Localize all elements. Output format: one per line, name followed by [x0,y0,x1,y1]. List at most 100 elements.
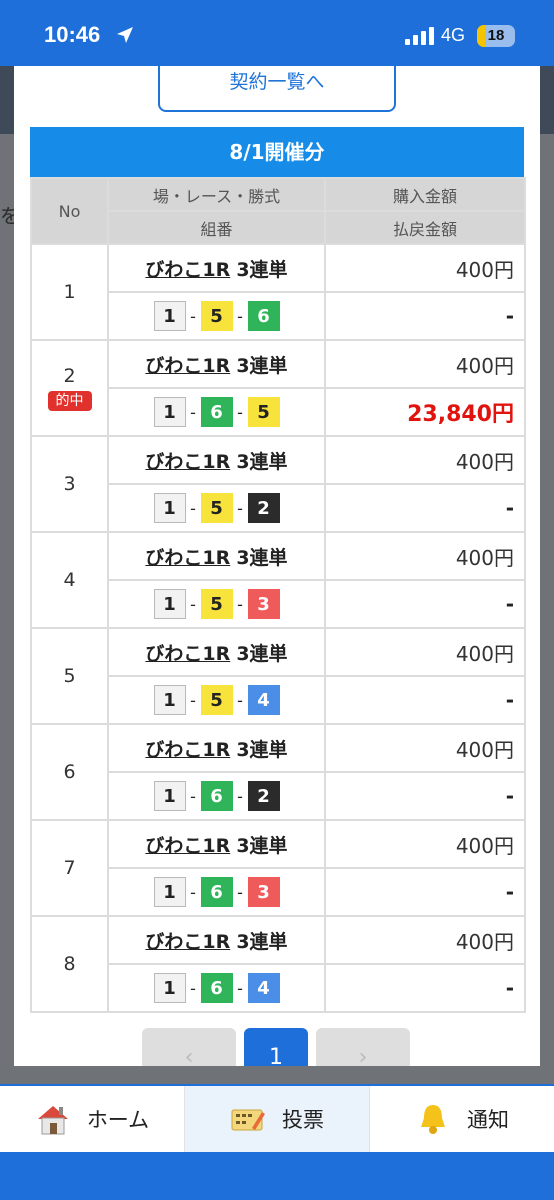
combo-separator: - [190,786,196,806]
header-combination: 組番 [107,210,326,245]
tab-vote[interactable]: 投票 [185,1086,370,1152]
table-row: 1 びわこ1R 3連単 400円 [30,243,526,341]
bet-type: 3連単 [236,930,288,953]
boat-number-badge: 4 [247,685,280,715]
purchase-amount: 400円 [324,627,526,677]
row-number: 2 [63,365,76,387]
boat-number-badge: 6 [200,973,233,1003]
pagination-next-button[interactable]: › [316,1028,410,1066]
table-row: 5 びわこ1R 3連単 400円 [30,627,526,725]
payout-amount: - [324,291,526,341]
boat-number-badge: 5 [200,685,233,715]
row-number-cell: 6 [30,723,109,821]
tab-vote-label: 投票 [282,1108,324,1132]
pagination-prev-button[interactable]: ‹ [142,1028,236,1066]
race-link[interactable]: びわこ1R [145,739,230,761]
row-number-cell: 4 [30,531,109,629]
day-header: 8/1開催分 [30,127,524,177]
row-number: 5 [63,665,76,687]
payout-amount: - [324,771,526,821]
location-arrow-icon [117,27,133,43]
combo-separator: - [237,306,243,326]
bottom-strip [0,1152,554,1200]
combo-separator: - [237,594,243,614]
ticket-icon [231,1109,265,1131]
race-link[interactable]: びわこ1R [145,355,230,377]
hit-badge: 的中 [47,391,92,411]
boat-number-badge: 2 [247,493,280,523]
race-cell: びわこ1R 3連単 [107,723,326,773]
race-cell: びわこ1R 3連単 [107,819,326,869]
table-row: 6 びわこ1R 3連単 400円 [30,723,526,821]
bet-type: 3連単 [236,834,288,857]
row-number-cell: 5 [30,627,109,725]
row-number-cell: 7 [30,819,109,917]
tab-home[interactable]: ホーム [0,1086,185,1152]
purchase-amount: 400円 [324,435,526,485]
combination-cell: 1-6-2 [107,771,326,821]
boat-number-badge: 5 [200,301,233,331]
row-number: 4 [63,569,76,591]
boat-number-badge: 1 [153,397,186,427]
network-type: 4G [441,25,466,45]
payout-amount: - [324,675,526,725]
boat-number-badge: 6 [247,301,280,331]
purchase-amount: 400円 [324,243,526,293]
row-number-cell: 3 [30,435,109,533]
race-link[interactable]: びわこ1R [145,835,230,857]
combination-cell: 1-6-5 [107,387,326,437]
purchase-amount: 400円 [324,339,526,389]
row-number-cell: 8 [30,915,109,1013]
boat-number-badge: 1 [153,877,186,907]
bell-icon [421,1105,445,1134]
row-number: 7 [63,857,76,879]
boat-number-badge: 3 [247,589,280,619]
bet-type: 3連単 [236,546,288,569]
combination-cell: 1-6-3 [107,867,326,917]
combo-separator: - [190,498,196,518]
bet-history-modal: 契約一覧へ 8/1開催分 No 場・レース・勝式 購入金額 組番 払戻金額 1 び… [14,66,540,1066]
combo-separator: - [237,978,243,998]
contract-list-button[interactable]: 契約一覧へ [158,66,396,112]
row-number: 1 [63,281,76,303]
bet-type: 3連単 [236,450,288,473]
boat-number-badge: 4 [247,973,280,1003]
bet-rows: 1 びわこ1R 3連単 400円 1-5-6-2 的中 びわこ1R 3連単 400円 1-6-… [30,243,526,1013]
purchase-amount: 400円 [324,915,526,965]
table-row: 2 的中 びわこ1R 3連単 400円 [30,339,526,437]
table-row: 8 びわこ1R 3連単 400円 [30,915,526,1013]
combo-separator: - [237,882,243,902]
race-cell: びわこ1R 3連単 [107,915,326,965]
payout-amount: 23,840円 [324,387,526,437]
tab-notify-label: 通知 [467,1108,509,1132]
race-cell: びわこ1R 3連単 [107,627,326,677]
combination-cell: 1-5-3 [107,579,326,629]
race-link[interactable]: びわこ1R [145,547,230,569]
boat-number-badge: 1 [153,589,186,619]
combination-cell: 1-5-4 [107,675,326,725]
race-link[interactable]: びわこ1R [145,931,230,953]
bet-type: 3連単 [236,354,288,377]
pagination-page-1[interactable]: 1 [244,1028,308,1066]
tab-notify[interactable]: 通知 [370,1086,554,1152]
combo-separator: - [237,402,243,422]
race-link[interactable]: びわこ1R [145,259,230,281]
purchase-amount: 400円 [324,531,526,581]
row-number: 6 [63,761,76,783]
combo-separator: - [237,498,243,518]
combo-separator: - [190,306,196,326]
race-link[interactable]: びわこ1R [145,643,230,665]
combo-separator: - [190,978,196,998]
tab-home-label: ホーム [86,1108,150,1132]
combo-separator: - [190,882,196,902]
payout-amount: - [324,579,526,629]
row-number: 3 [63,473,76,495]
house-icon [37,1106,68,1135]
boat-number-badge: 1 [153,685,186,715]
payout-amount: - [324,963,526,1013]
boat-number-badge: 6 [200,781,233,811]
boat-number-badge: 5 [200,493,233,523]
race-link[interactable]: びわこ1R [145,451,230,473]
combo-separator: - [190,594,196,614]
table-row: 7 びわこ1R 3連単 400円 [30,819,526,917]
